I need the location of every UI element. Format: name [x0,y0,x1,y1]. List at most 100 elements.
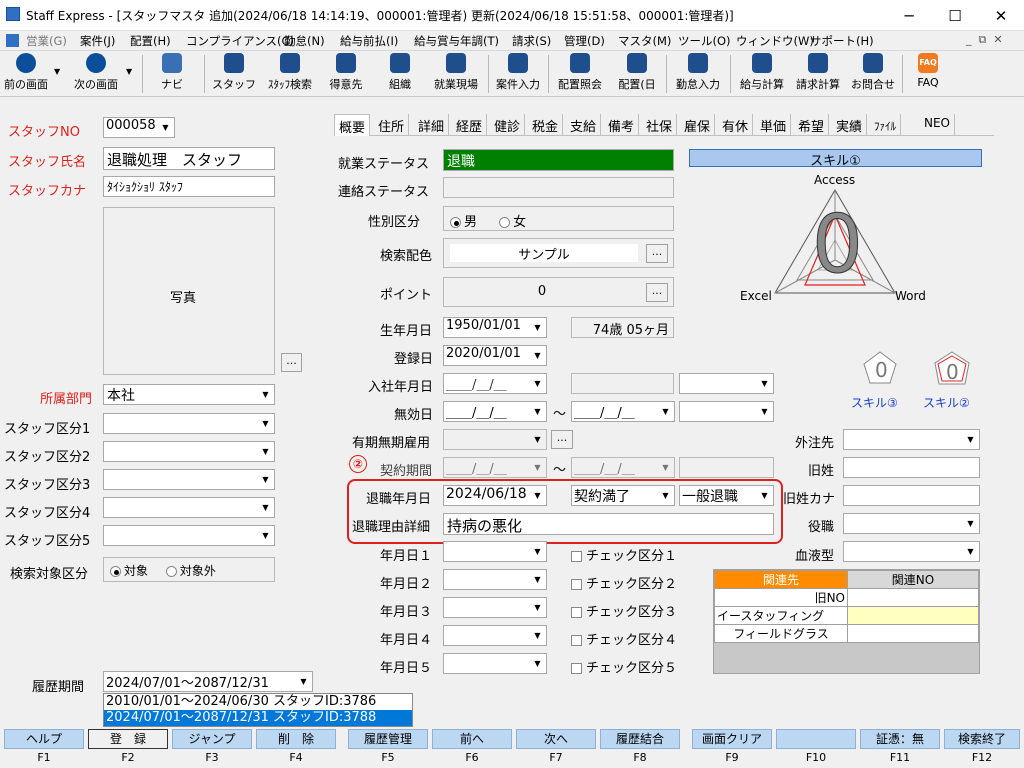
minimize-icon[interactable]: ─ [886,0,932,31]
history-merge-button[interactable]: 履歴結合 [600,729,680,749]
menu-support[interactable]: サポート(H) [810,33,874,49]
pay-calc-button[interactable]: 給与計算 [736,53,788,95]
next-screen-button[interactable]: 次の画面 [68,53,124,95]
ymd2-select[interactable] [443,569,547,590]
bill-calc-button[interactable]: 請求計算 [792,53,844,95]
menu-attendance[interactable]: 勤怠(N) [284,33,325,49]
attendance-button[interactable]: 勤怠入力 [672,53,724,95]
related-no-cell[interactable] [847,606,979,625]
menu-advance[interactable]: 給与前払(I) [340,33,398,49]
check1[interactable]: チェック区分１ [571,545,677,564]
check5[interactable]: チェック区分５ [571,657,677,676]
skill3-label[interactable]: スキル③ [851,394,898,411]
next-dropdown-icon[interactable]: ▼ [126,67,132,76]
staff-cat2-select[interactable] [103,441,275,462]
menu-sales[interactable]: 営業(G) [26,33,67,49]
retire-date-select[interactable]: 2024/06/18 [443,485,547,506]
mdi-controls[interactable]: _ ⧉ ✕ [966,33,1003,47]
blood-type-select[interactable] [843,541,980,562]
evidence-button[interactable]: 証憑：無 [860,729,940,749]
menu-admin[interactable]: 管理(D) [564,33,605,49]
invalid-type-select[interactable] [679,401,774,422]
menu-window[interactable]: ウィンドウ(W) [736,33,814,49]
gender-male-radio[interactable]: 男 [450,215,477,230]
skill2-label[interactable]: スキル② [923,394,970,411]
check2[interactable]: チェック区分２ [571,573,677,592]
role-select[interactable] [843,513,980,534]
ymd4-select[interactable] [443,625,547,646]
menu-jobs[interactable]: 案件(J) [80,33,115,49]
tab-rate[interactable]: 単価 [756,114,792,136]
history-select[interactable]: 2024/07/01～2087/12/31 [103,671,313,692]
point-browse-button[interactable]: ... [646,283,668,302]
ymd1-select[interactable] [443,541,547,562]
assign-day-button[interactable]: 配置(日 [612,53,662,95]
navi-button[interactable]: ナビ [152,53,192,95]
staff-no-select[interactable]: 000058 [103,117,175,138]
tab-social-ins[interactable]: 社保 [642,114,678,136]
org-button[interactable]: 組織 [378,53,422,95]
contract-from-select[interactable]: ＿＿/＿/＿ [443,457,547,478]
search-exit-button[interactable]: 検索終了 [944,729,1020,749]
table-row[interactable]: フィールドグラス [714,624,979,643]
search-on-radio[interactable]: 対象 [110,564,148,578]
old-kana-field[interactable] [843,485,980,506]
retire-reason-select[interactable]: 契約満了 [571,485,675,506]
check4[interactable]: チェック区分４ [571,629,677,648]
check3[interactable]: チェック区分３ [571,601,677,620]
skill3-mini-chart[interactable]: 0 [862,350,898,386]
prev-record-button[interactable]: 前へ [432,729,512,749]
tab-payment[interactable]: 支給 [566,114,602,136]
skill-header[interactable]: スキル① [689,149,982,169]
staff-name-field[interactable]: 退職処理 スタッフ [103,147,275,170]
old-name-field[interactable] [843,457,980,478]
tab-address[interactable]: 住所 [374,114,410,136]
related-no-cell[interactable] [847,624,979,643]
menu-billing[interactable]: 請求(S) [512,33,551,49]
join-extra-select[interactable] [679,373,774,394]
tab-detail[interactable]: 詳細 [414,114,450,136]
delete-button[interactable]: 削 除 [256,729,336,749]
tab-health[interactable]: 健診 [490,114,526,136]
tab-results[interactable]: 実績 [832,114,868,136]
tab-file[interactable]: ﾌｧｲﾙ [870,114,901,136]
invalid-to-select[interactable]: ＿＿/＿/＿ [571,401,675,422]
contract-to-select[interactable]: ＿＿/＿/＿ [571,457,675,478]
retire-type-select[interactable]: 一般退職 [679,485,774,506]
staff-kana-field[interactable]: ﾀｲｼｮｸｼｮﾘ ｽﾀｯﾌ [103,176,275,197]
staff-button[interactable]: スタッフ [212,53,256,95]
prev-screen-button[interactable]: 前の画面 [2,53,50,95]
reg-date-select[interactable]: 2020/01/01 [443,345,547,366]
work-status-field[interactable]: 退職 [443,149,674,171]
dept-select[interactable]: 本社 [103,384,275,405]
search-off-radio[interactable]: 対象外 [165,564,216,578]
register-button[interactable]: 登 録 [88,729,168,749]
term-employment-select[interactable] [443,429,547,450]
close-icon[interactable]: ✕ [978,0,1024,31]
table-row[interactable]: イースタッフィング [714,606,979,625]
prev-dropdown-icon[interactable]: ▼ [54,67,60,76]
outsourcing-select[interactable] [843,429,980,450]
history-option[interactable]: 2010/01/01～2024/06/30 スタッフID:3786 [104,694,412,710]
menu-assign[interactable]: 配置(H) [130,33,171,49]
job-entry-button[interactable]: 案件入力 [492,53,544,95]
faq-button[interactable]: FAQ FAQ [908,53,948,95]
site-button[interactable]: 就業現場 [430,53,482,95]
staff-cat5-select[interactable] [103,525,275,546]
menu-master[interactable]: マスタ(M) [618,33,671,49]
gender-female-radio[interactable]: 女 [499,215,526,230]
ymd3-select[interactable] [443,597,547,618]
staff-cat3-select[interactable] [103,469,275,490]
staff-cat1-select[interactable] [103,413,275,434]
staff-cat4-select[interactable] [103,497,275,518]
related-no-cell[interactable] [847,588,979,607]
maximize-icon[interactable]: ☐ [932,0,978,31]
clear-screen-button[interactable]: 画面クリア [692,729,772,749]
tab-tax[interactable]: 税金 [528,114,564,136]
next-record-button[interactable]: 次へ [516,729,596,749]
f10-button[interactable] [776,729,856,749]
history-manage-button[interactable]: 履歴管理 [348,729,428,749]
app-menu-icon[interactable] [6,34,19,47]
tab-neo[interactable]: NEO [920,114,956,136]
tab-wish[interactable]: 希望 [794,114,830,136]
